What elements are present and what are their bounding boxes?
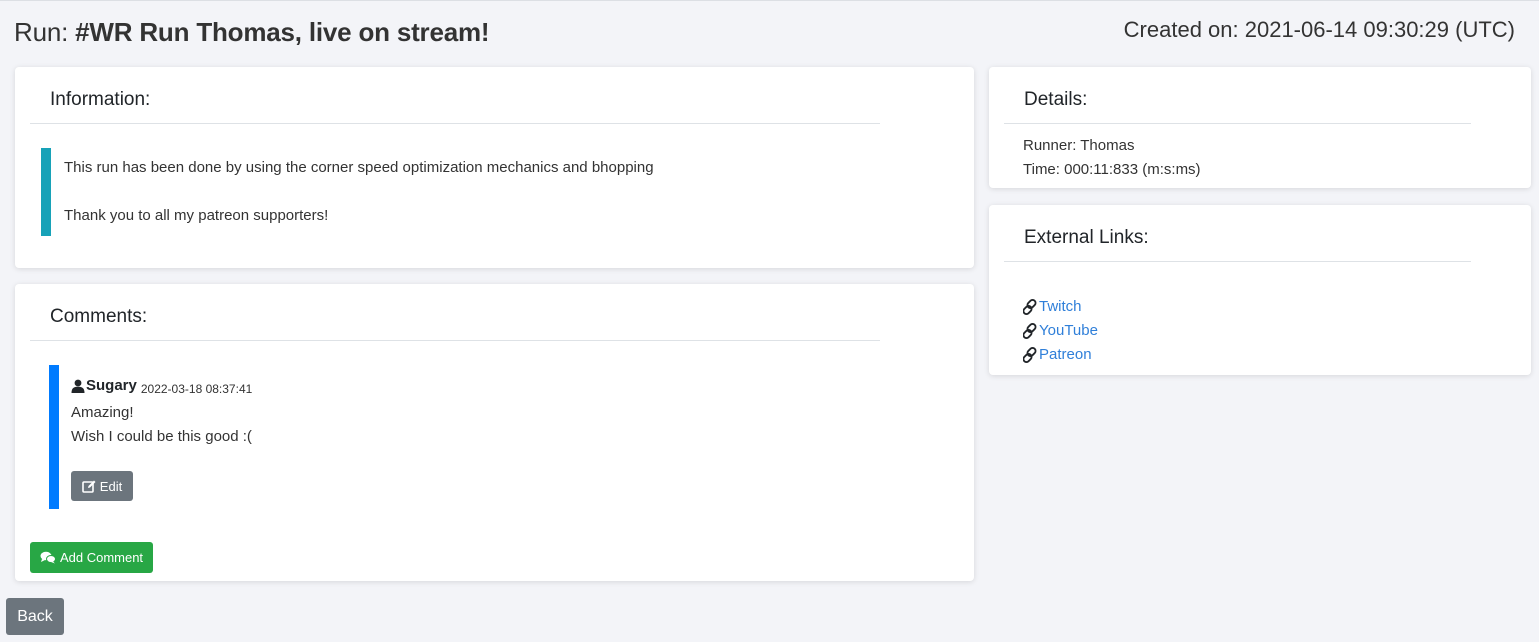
comment-date: 2022-03-18 08:37:41	[140, 381, 253, 396]
time-value: Time: 000:11:833 (m:s:ms)	[1023, 161, 1201, 178]
information-card: Information: This run has been done by u…	[15, 67, 974, 268]
link-patreon[interactable]: Patreon	[1023, 346, 1092, 363]
comment-header: Sugary 2022-03-18 08:37:41	[71, 377, 252, 396]
user-icon	[71, 379, 85, 393]
edit-label: Edit	[99, 478, 123, 494]
comment-text: Wish I could be this good :(	[71, 428, 252, 445]
link-icon	[1023, 298, 1039, 315]
external-links-title: External Links:	[1024, 227, 1149, 248]
created-on: Created on: 2021-06-14 09:30:29 (UTC)	[1123, 17, 1515, 42]
comments-title: Comments:	[50, 306, 148, 327]
youtube-link[interactable]: YouTube	[1039, 322, 1098, 339]
edit-icon	[81, 479, 96, 493]
run-name: #WR Run Thomas, live on stream!	[75, 17, 490, 47]
divider	[30, 123, 880, 124]
comment-author[interactable]: Sugary	[71, 377, 137, 394]
link-youtube[interactable]: YouTube	[1023, 322, 1098, 339]
add-comment-label: Add Comment	[59, 550, 144, 565]
link-twitch[interactable]: Twitch	[1023, 298, 1082, 315]
external-links-card: External Links: Twitch YouTube Patreon	[989, 205, 1531, 375]
divider	[30, 340, 880, 341]
details-title: Details:	[1024, 89, 1088, 110]
add-comment-button[interactable]: Add Comment	[30, 542, 153, 573]
information-title: Information:	[50, 89, 151, 110]
comment-accent-bar	[49, 365, 59, 509]
details-card: Details: Runner: Thomas Time: 000:11:833…	[989, 67, 1531, 188]
comments-card: Comments: Sugary 2022-03-18 08:37:41 Ama…	[15, 284, 974, 581]
run-prefix: Run:	[14, 17, 76, 47]
patreon-link[interactable]: Patreon	[1039, 346, 1092, 363]
runner-value: Runner: Thomas	[1023, 137, 1135, 154]
information-line: This run has been done by using the corn…	[64, 159, 654, 176]
edit-comment-button[interactable]: Edit	[71, 471, 133, 501]
page-title: Run: #WR Run Thomas, live on stream!	[14, 17, 490, 48]
divider	[1004, 261, 1471, 262]
information-line: Thank you to all my patreon supporters!	[64, 207, 329, 224]
divider	[1004, 123, 1471, 124]
back-button[interactable]: Back	[6, 598, 64, 635]
twitch-link[interactable]: Twitch	[1039, 298, 1082, 315]
link-icon	[1023, 322, 1039, 339]
information-accent-bar	[41, 148, 51, 236]
comment-text: Amazing!	[71, 404, 134, 421]
comments-icon	[40, 551, 56, 564]
comment-username: Sugary	[86, 377, 137, 394]
link-icon	[1023, 346, 1039, 363]
